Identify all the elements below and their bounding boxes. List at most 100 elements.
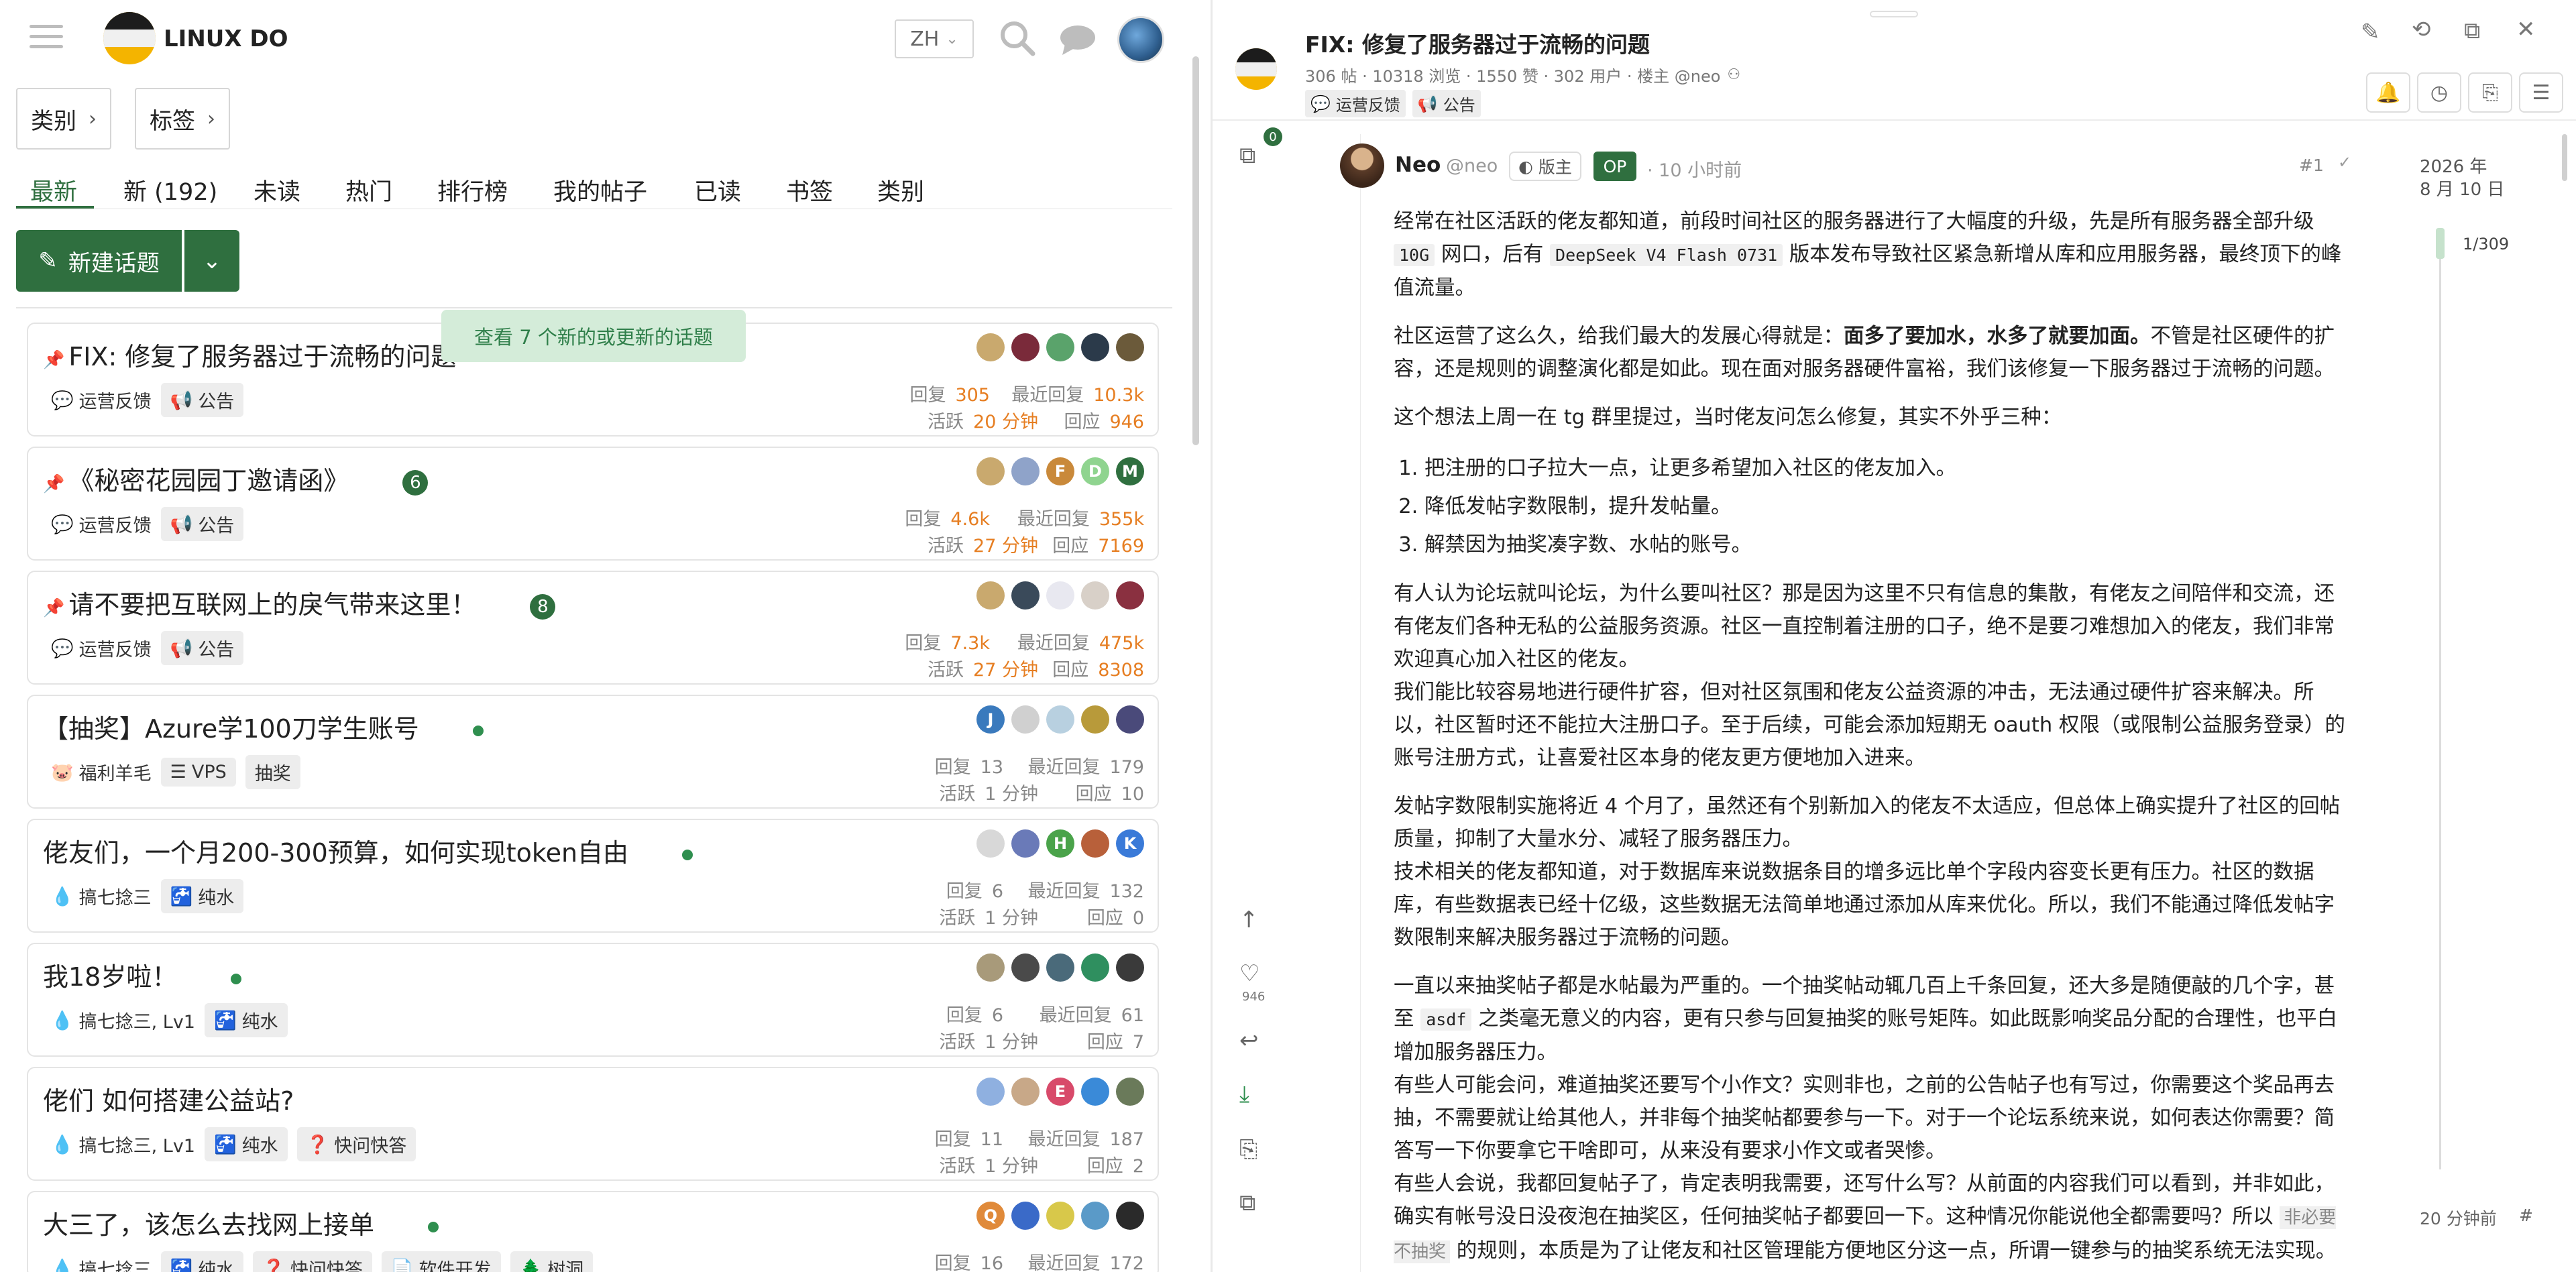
tag-chip[interactable]: 💬 运营反馈 <box>1305 90 1406 117</box>
new-topic-options-button[interactable]: ⌄ <box>184 230 239 292</box>
avatar[interactable] <box>976 953 1005 982</box>
timeline-bottom-time[interactable]: 20 分钟前 <box>2420 1206 2497 1230</box>
avatar[interactable] <box>976 1078 1005 1106</box>
avatar[interactable] <box>1116 1202 1144 1230</box>
tag-chip[interactable]: 🚰 纯水 <box>205 1127 288 1161</box>
menu-icon[interactable] <box>30 25 63 55</box>
tab-unread[interactable]: 未读 <box>254 173 300 207</box>
topic-title[interactable]: 大三了，该怎么去找网上接单 <box>43 1204 439 1241</box>
topic-title[interactable]: 📌 《秘密花园园丁邀请函》 6 <box>43 460 429 497</box>
avatar[interactable]: F <box>1046 457 1074 485</box>
topic-title[interactable]: 📌 FIX: 修复了服务器过于流畅的问题 <box>43 336 456 373</box>
tab-hot[interactable]: 热门 <box>345 173 392 207</box>
tab-new[interactable]: 新 (192) <box>123 173 217 207</box>
tab-read[interactable]: 已读 <box>694 173 741 207</box>
avatar[interactable] <box>976 457 1005 485</box>
avatar[interactable] <box>976 333 1005 361</box>
tag-chip[interactable]: 📢 公告 <box>160 631 244 665</box>
tag-chip[interactable]: 抽奖 <box>245 755 300 789</box>
avatar[interactable] <box>1081 705 1109 734</box>
avatar[interactable]: J <box>976 705 1005 734</box>
tag-chip[interactable]: 🚰 纯水 <box>160 879 244 913</box>
close-icon[interactable]: ✕ <box>2516 16 2536 43</box>
reply-icon[interactable]: ↩ <box>1239 1027 1259 1054</box>
author-name[interactable]: Neo <box>1395 153 1441 177</box>
avatar[interactable] <box>1081 333 1109 361</box>
avatar[interactable] <box>1081 1078 1109 1106</box>
avatar[interactable] <box>1116 953 1144 982</box>
timeline-date[interactable]: 2026 年 8 月 10 日 <box>2420 156 2504 201</box>
topic-card[interactable]: 📌 请不要把互联网上的戾气带来这里！ 8 💬 运营反馈 📢 公告 回复 7.3k 最近回复 475k… <box>27 571 1159 685</box>
avatar[interactable] <box>1081 829 1109 858</box>
language-select[interactable]: ZH ⌄ <box>895 19 974 58</box>
avatar[interactable] <box>1046 581 1074 610</box>
user-avatar[interactable] <box>1117 16 1164 63</box>
tab-latest[interactable]: 最新 <box>30 173 77 207</box>
avatar[interactable] <box>1011 705 1040 734</box>
avatar[interactable] <box>1081 1202 1109 1230</box>
category-link[interactable]: 💧 搞七捻三 <box>51 1255 152 1272</box>
topic-title[interactable]: 我18岁啦！ <box>43 956 242 993</box>
avatar[interactable] <box>1081 581 1109 610</box>
avatar[interactable] <box>1046 1202 1074 1230</box>
avatar[interactable] <box>1011 953 1040 982</box>
topic-title[interactable]: 📌 请不要把互联网上的戾气带来这里！ 8 <box>43 584 556 621</box>
tag-chip[interactable]: ❓ 快问快答 <box>253 1251 372 1272</box>
new-topic-button[interactable]: ✎ 新建话题 <box>16 230 182 292</box>
category-link[interactable]: 💬 运营反馈 <box>51 511 152 537</box>
tag-chip[interactable]: ❓ 快问快答 <box>296 1127 416 1161</box>
tag-chip[interactable]: 📢 公告 <box>160 383 244 417</box>
avatar[interactable] <box>1116 581 1144 610</box>
tag-chip[interactable]: 📢 公告 <box>1412 90 1481 117</box>
avatar[interactable]: E <box>1046 1078 1074 1106</box>
avatar[interactable]: D <box>1081 457 1109 485</box>
avatar[interactable] <box>1116 705 1144 734</box>
tag-chip[interactable]: 🌲 树洞 <box>510 1251 594 1272</box>
edit-icon[interactable]: ✎ <box>2361 19 2380 46</box>
scrollbar[interactable] <box>1192 56 1199 445</box>
tag-chip[interactable]: 🚰 纯水 <box>205 1003 288 1037</box>
tab-leaderboard[interactable]: 排行榜 <box>437 173 508 207</box>
timeline-button[interactable]: ◷ <box>2417 72 2461 113</box>
avatar[interactable]: K <box>1116 829 1144 858</box>
new-topics-notice[interactable]: 查看 7 个新的或更新的话题 <box>441 310 746 362</box>
site-logo[interactable] <box>103 12 156 64</box>
avatar[interactable]: Q <box>976 1202 1005 1230</box>
topic-title[interactable]: 佬友们，一个月200-300预算，如何实现token自由 <box>43 832 693 869</box>
chat-icon[interactable] <box>1058 23 1097 56</box>
topic-title[interactable]: FIX: 修复了服务器过于流畅的问题 <box>1305 27 1650 59</box>
tag-chip[interactable]: 📢 公告 <box>160 507 244 541</box>
post-number[interactable]: #1 <box>2299 156 2324 175</box>
layers-icon[interactable]: ⧉ <box>1239 1190 1255 1216</box>
topic-card[interactable]: 📌 《秘密花园园丁邀请函》 6 💬 运营反馈 📢 公告 F D M 回复 4.6k 最近回复 355k 活跃… <box>27 447 1159 561</box>
timeline-handle[interactable] <box>2436 228 2445 259</box>
tag-dropdown[interactable]: 标签 › <box>135 88 230 150</box>
avatar[interactable] <box>1046 705 1074 734</box>
avatar[interactable]: M <box>1116 457 1144 485</box>
topic-card[interactable]: 我18岁啦！ 💧 搞七捻三, Lv1 🚰 纯水 回复 6 最近回复 61 活跃 1 分钟 回应 7 <box>27 943 1159 1057</box>
avatar[interactable] <box>1116 1078 1144 1106</box>
category-link[interactable]: 💧 搞七捻三, Lv1 <box>51 1007 195 1033</box>
layers-icon[interactable]: ⧉ <box>1239 142 1255 169</box>
topic-card[interactable]: 佬们 如何搭建公益站? 💧 搞七捻三, Lv1 🚰 纯水 ❓ 快问快答 E 回复 11 最近回复 18… <box>27 1067 1159 1181</box>
category-link[interactable]: 💧 搞七捻三 <box>51 883 152 909</box>
topic-card[interactable]: 【抽奖】Azure学100刀学生账号 🐷 福利羊毛 ☰ VPS 抽奖 J 回复 13 最近回复 17… <box>27 695 1159 809</box>
post-time[interactable]: · 10 小时前 <box>1647 156 1742 182</box>
avatar[interactable]: H <box>1046 829 1074 858</box>
notification-bell-button[interactable]: 🔔 <box>2366 72 2410 113</box>
category-link[interactable]: 🐷 福利羊毛 <box>51 759 152 785</box>
tab-categories[interactable]: 类别 <box>877 173 924 207</box>
tab-bookmarks[interactable]: 书签 <box>786 173 833 207</box>
topic-title[interactable]: 佬们 如何搭建公益站? <box>43 1080 294 1117</box>
topic-card[interactable]: 大三了，该怎么去找网上接单 💧 搞七捻三 🚰 纯水 ❓ 快问快答 📄 软件开发 🌲 树洞 Q 回复 16 最… <box>27 1191 1159 1272</box>
open-external-icon[interactable]: ⧉ <box>2464 17 2480 44</box>
bookmark-button[interactable]: ⎘ <box>2468 72 2512 113</box>
category-link[interactable]: 💧 搞七捻三, Lv1 <box>51 1131 195 1157</box>
tab-my-posts[interactable]: 我的帖子 <box>553 173 647 207</box>
avatar[interactable] <box>1011 1078 1040 1106</box>
avatar[interactable] <box>1011 457 1040 485</box>
avatar[interactable] <box>1081 953 1109 982</box>
avatar[interactable] <box>976 581 1005 610</box>
category-link[interactable]: 💬 运营反馈 <box>51 387 152 413</box>
tag-chip[interactable]: 📄 软件开发 <box>381 1251 501 1272</box>
